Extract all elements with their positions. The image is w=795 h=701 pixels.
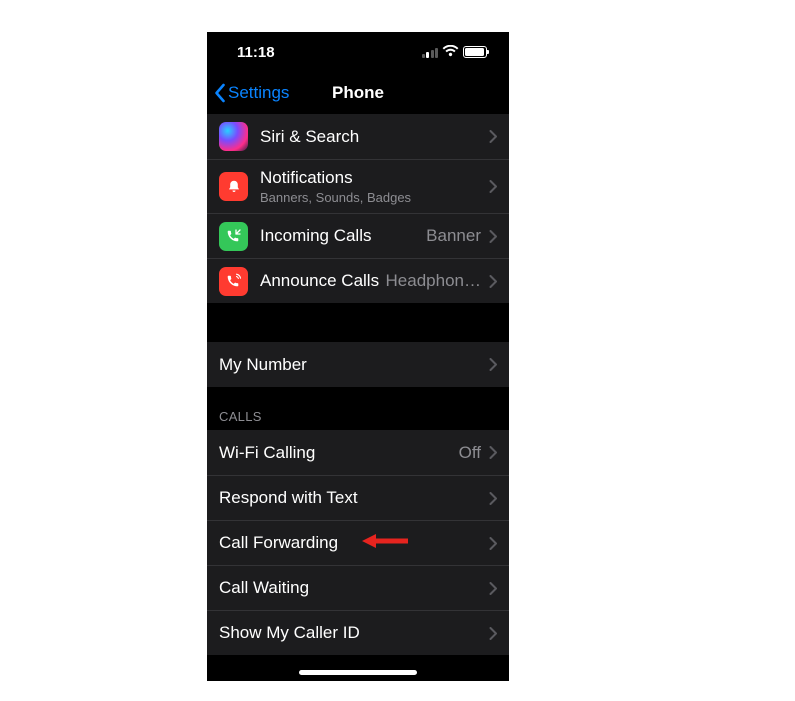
chevron-left-icon (213, 83, 226, 103)
section-header-calls: CALLS (207, 387, 509, 430)
row-label: Call Forwarding (219, 533, 489, 553)
row-label: My Number (219, 355, 489, 375)
phone-announce-icon (219, 267, 248, 296)
chevron-right-icon (489, 180, 497, 193)
row-label: Wi-Fi Calling (219, 443, 459, 463)
chevron-right-icon (489, 582, 497, 595)
row-label: Show My Caller ID (219, 623, 489, 643)
chevron-right-icon (489, 130, 497, 143)
back-label: Settings (228, 83, 289, 103)
row-incoming-calls[interactable]: Incoming Calls Banner (207, 213, 509, 258)
row-call-waiting[interactable]: Call Waiting (207, 565, 509, 610)
row-label: Call Waiting (219, 578, 489, 598)
row-my-number[interactable]: My Number (207, 342, 509, 387)
battery-icon (463, 46, 487, 58)
row-label: Siri & Search (260, 127, 489, 147)
row-label: Incoming Calls (260, 226, 426, 246)
row-detail: Headphon… (386, 271, 481, 291)
status-right (422, 44, 488, 61)
section-my-number: My Number (207, 342, 509, 387)
row-detail: Off (459, 443, 481, 463)
chevron-right-icon (489, 446, 497, 459)
phone-frame: 11:18 Settings Phone Siri & Search (207, 32, 509, 681)
wifi-icon (442, 44, 459, 61)
phone-incoming-icon (219, 222, 248, 251)
chevron-right-icon (489, 230, 497, 243)
bell-icon (219, 172, 248, 201)
row-subtitle: Banners, Sounds, Badges (260, 190, 489, 205)
home-indicator (299, 670, 417, 675)
row-siri-search[interactable]: Siri & Search (207, 114, 509, 159)
row-label: Announce Calls (260, 271, 386, 291)
chevron-right-icon (489, 358, 497, 371)
row-show-my-caller-id[interactable]: Show My Caller ID (207, 610, 509, 655)
status-bar: 11:18 (207, 32, 509, 72)
chevron-right-icon (489, 537, 497, 550)
row-notifications[interactable]: Notifications Banners, Sounds, Badges (207, 159, 509, 213)
row-announce-calls[interactable]: Announce Calls Headphon… (207, 258, 509, 303)
chevron-right-icon (489, 627, 497, 640)
section-top: Siri & Search Notifications Banners, Sou… (207, 114, 509, 303)
siri-icon (219, 122, 248, 151)
row-detail: Banner (426, 226, 481, 246)
row-label: Respond with Text (219, 488, 489, 508)
chevron-right-icon (489, 275, 497, 288)
chevron-right-icon (489, 492, 497, 505)
back-button[interactable]: Settings (207, 83, 289, 103)
cellular-signal-icon (422, 47, 439, 58)
section-calls: Wi-Fi Calling Off Respond with Text Call… (207, 430, 509, 655)
nav-bar: Settings Phone (207, 72, 509, 114)
row-label: Notifications (260, 168, 489, 188)
row-respond-with-text[interactable]: Respond with Text (207, 475, 509, 520)
status-time: 11:18 (237, 44, 275, 61)
row-call-forwarding[interactable]: Call Forwarding (207, 520, 509, 565)
row-wifi-calling[interactable]: Wi-Fi Calling Off (207, 430, 509, 475)
section-gap (207, 303, 509, 342)
